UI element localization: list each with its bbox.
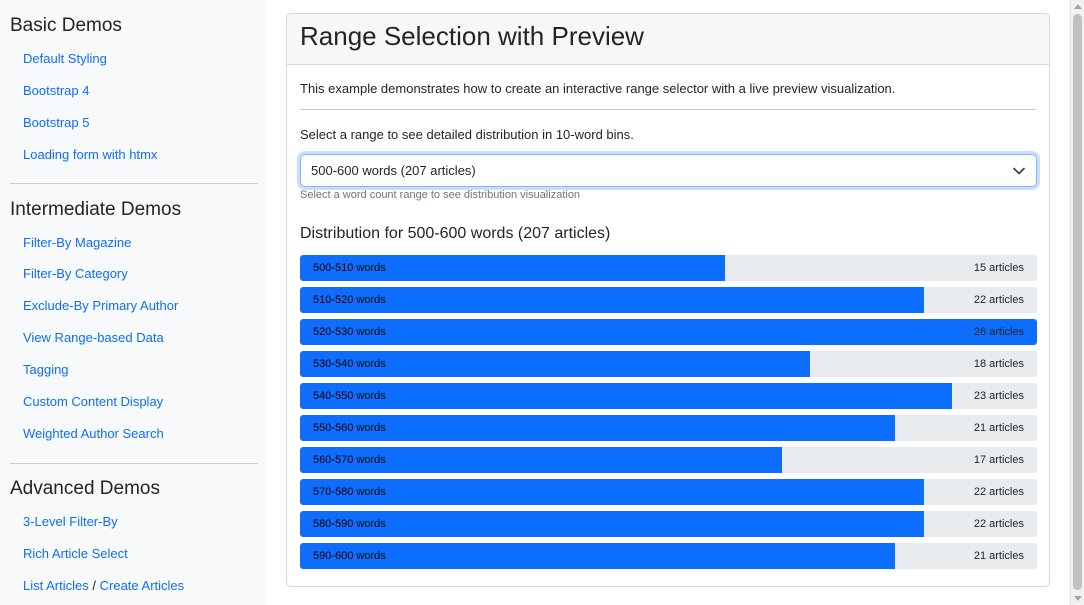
page-title: Range Selection with Preview — [300, 21, 644, 51]
bar-label: 580-590 words — [313, 518, 386, 530]
bar-row: 550-560 words 21 articles — [300, 415, 1037, 441]
nav-link-custom-content-display[interactable]: Custom Content Display — [23, 395, 163, 408]
content-divider — [300, 109, 1036, 110]
bar-row: 540-550 words 23 articles — [300, 383, 1037, 409]
sidebar-divider — [10, 183, 258, 184]
bar-label: 520-530 words — [313, 326, 386, 338]
bar-row: 530-540 words 18 articles — [300, 351, 1037, 377]
bar-value-label: 21 articles — [973, 550, 1024, 562]
nav-link-bootstrap-5[interactable]: Bootstrap 5 — [23, 116, 90, 129]
bar-fill — [300, 543, 895, 569]
bar-fill — [300, 415, 895, 441]
range-select-value: 500-600 words (207 articles) — [311, 163, 476, 178]
scroll-down-icon[interactable] — [1074, 596, 1082, 601]
nav-link-create-articles[interactable]: Create Articles — [100, 578, 185, 593]
bar-fill — [300, 287, 924, 313]
bar-value-label: 22 articles — [973, 486, 1024, 498]
bar-value-label: 17 articles — [973, 454, 1024, 466]
bar-fill — [300, 511, 924, 537]
bar-value-label: 23 articles — [973, 390, 1024, 402]
bar-value-label: 18 articles — [973, 358, 1024, 370]
bar-row: 570-580 words 22 articles — [300, 479, 1037, 505]
section-title-advanced: Advanced Demos — [10, 478, 160, 499]
distribution-title: Distribution for 500-600 words (207 arti… — [300, 225, 611, 242]
nav-link-view-range-based-data[interactable]: View Range-based Data — [23, 331, 164, 344]
range-select[interactable]: 500-600 words (207 articles) — [300, 154, 1037, 187]
nav-row-articles: List Articles / Create Articles — [23, 579, 184, 592]
nav-link-bootstrap-4[interactable]: Bootstrap 4 — [23, 84, 90, 97]
nav-separator: / — [92, 578, 96, 593]
distribution-chart: 500-510 words 15 articles 510-520 words 22 … — [300, 255, 1037, 575]
bar-value-label: 26 articles — [973, 326, 1024, 338]
nav-link-rich-article-select[interactable]: Rich Article Select — [23, 547, 128, 560]
nav-link-3-level-filter-by[interactable]: 3-Level Filter-By — [23, 515, 118, 528]
demo-card: Range Selection with Preview This exampl… — [286, 13, 1050, 587]
sidebar-divider — [10, 463, 258, 464]
page-scrollbar[interactable] — [1070, 0, 1084, 605]
nav-link-tagging[interactable]: Tagging — [23, 363, 69, 376]
bar-value-label: 22 articles — [973, 294, 1024, 306]
bar-row: 500-510 words 15 articles — [300, 255, 1037, 281]
chevron-down-icon — [1012, 164, 1026, 178]
bar-row: 520-530 words 26 articles — [300, 319, 1037, 345]
range-prompt: Select a range to see detailed distribut… — [300, 127, 634, 142]
scroll-up-icon[interactable] — [1074, 4, 1082, 9]
bar-label: 530-540 words — [313, 358, 386, 370]
bar-row: 560-570 words 17 articles — [300, 447, 1037, 473]
bar-label: 570-580 words — [313, 486, 386, 498]
intro-text: This example demonstrates how to create … — [300, 81, 896, 96]
bar-fill — [300, 479, 924, 505]
nav-link-loading-form-htmx[interactable]: Loading form with htmx — [23, 148, 157, 161]
nav-link-default-styling[interactable]: Default Styling — [23, 52, 107, 65]
nav-link-weighted-author-search[interactable]: Weighted Author Search — [23, 427, 164, 440]
bar-row: 580-590 words 22 articles — [300, 511, 1037, 537]
bar-label: 550-560 words — [313, 422, 386, 434]
bar-row: 510-520 words 22 articles — [300, 287, 1037, 313]
range-help-text: Select a word count range to see distrib… — [300, 189, 581, 201]
bar-label: 510-520 words — [313, 294, 386, 306]
sidebar: Basic Demos Default Styling Bootstrap 4 … — [0, 0, 267, 605]
nav-link-filter-by-category[interactable]: Filter-By Category — [23, 267, 128, 280]
bar-value-label: 15 articles — [973, 262, 1024, 274]
nav-link-list-articles[interactable]: List Articles — [23, 578, 89, 593]
nav-link-exclude-by-primary-author[interactable]: Exclude-By Primary Author — [23, 299, 178, 312]
bar-value-label: 22 articles — [973, 518, 1024, 530]
section-title-basic: Basic Demos — [10, 15, 122, 36]
bar-fill — [300, 383, 952, 409]
card-header: Range Selection with Preview — [287, 14, 1049, 65]
scroll-thumb[interactable] — [1073, 14, 1082, 590]
section-title-intermediate: Intermediate Demos — [10, 199, 182, 220]
bar-fill — [300, 319, 1037, 345]
bar-label: 590-600 words — [313, 550, 386, 562]
bar-row: 590-600 words 21 articles — [300, 543, 1037, 569]
bar-label: 500-510 words — [313, 262, 386, 274]
bar-value-label: 21 articles — [973, 422, 1024, 434]
bar-label: 540-550 words — [313, 390, 386, 402]
bar-label: 560-570 words — [313, 454, 386, 466]
nav-link-filter-by-magazine[interactable]: Filter-By Magazine — [23, 236, 131, 249]
